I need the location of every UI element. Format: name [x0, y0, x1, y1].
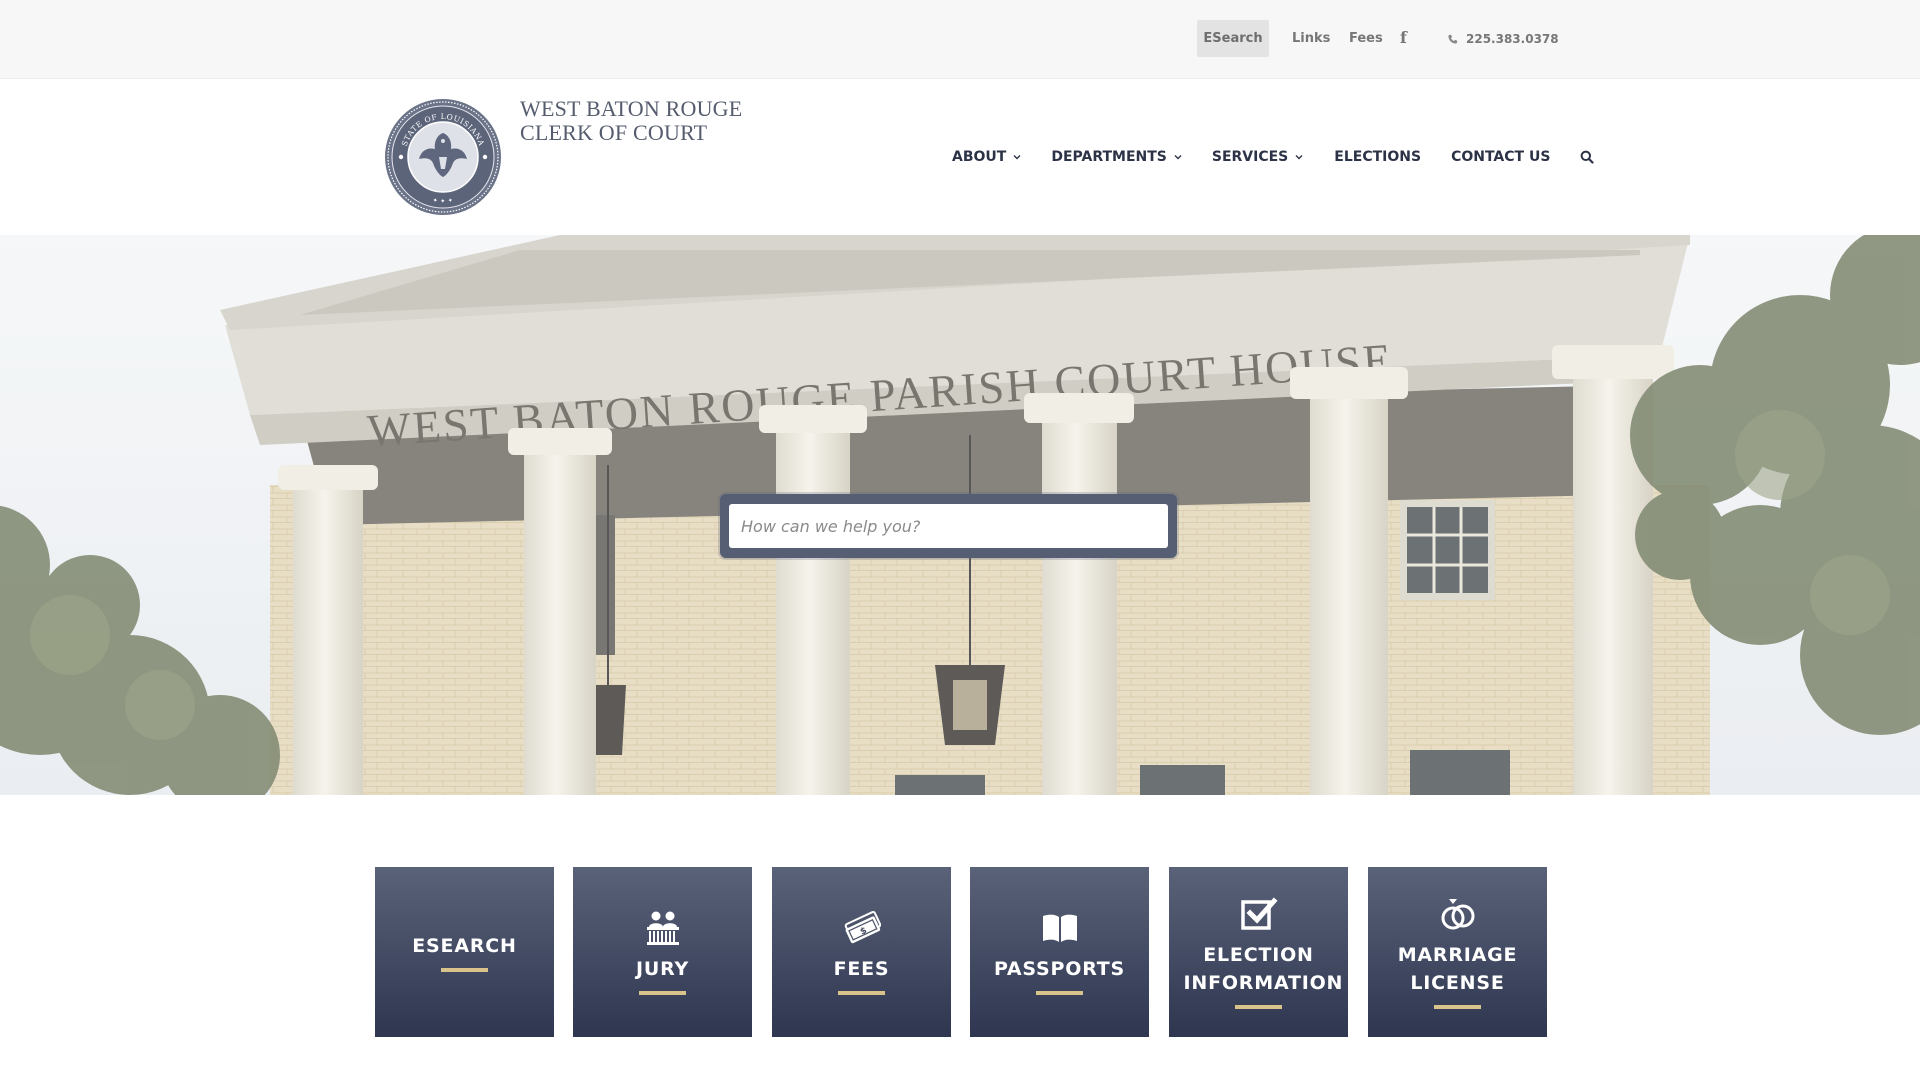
chevron-down-icon: [1295, 155, 1303, 160]
tile-accent-line: [441, 968, 488, 972]
tile-esearch[interactable]: ESEARCH: [375, 867, 554, 1037]
tile-esearch-label: ESEARCH: [412, 935, 517, 957]
phone-icon: [1448, 34, 1458, 44]
tile-accent-line: [1434, 1005, 1481, 1009]
tile-passports-label: PASSPORTS: [993, 958, 1126, 980]
tile-accent-line: [1036, 991, 1083, 995]
tile-fees[interactable]: $ FEES: [772, 867, 951, 1037]
rings-icon: [1441, 899, 1474, 930]
help-search-input[interactable]: [729, 504, 1168, 548]
open-book-icon: [1042, 914, 1077, 942]
tile-passports[interactable]: PASSPORTS: [970, 867, 1149, 1037]
parish-seal-logo[interactable]: STATE OF LOUISIANA ✦ ✦ ✦: [383, 97, 503, 217]
main-nav: ABOUT DEPARTMENTS SERVICES ELECTIONS CON…: [952, 148, 1595, 166]
hero-banner: WEST BATON ROUGE PARISH COURT HOUSE: [0, 235, 1920, 795]
jury-box-icon: [646, 911, 679, 945]
tile-accent-line: [838, 991, 885, 995]
tile-jury[interactable]: JURY: [573, 867, 752, 1037]
checkbox-icon: [1240, 897, 1278, 930]
nav-departments-label: DEPARTMENTS: [1051, 149, 1167, 165]
nav-services[interactable]: SERVICES: [1212, 148, 1303, 166]
nav-elections[interactable]: ELECTIONS: [1334, 148, 1421, 166]
tile-jury-label: JURY: [635, 958, 690, 980]
tile-election-information[interactable]: ELECTION INFORMATION: [1169, 867, 1348, 1037]
site-title-line1: WEST BATON ROUGE: [520, 96, 743, 121]
tile-fees-label: FEES: [833, 958, 890, 980]
svg-text:✦ ✦ ✦: ✦ ✦ ✦: [432, 197, 454, 205]
site-title-line2: CLERK OF COURT: [520, 120, 708, 145]
nav-services-label: SERVICES: [1211, 149, 1289, 165]
facebook-icon[interactable]: f: [1400, 28, 1407, 47]
money-icon: $: [844, 910, 881, 944]
chevron-down-icon: [1013, 155, 1021, 160]
tile-marriage-license[interactable]: MARRIAGE LICENSE: [1368, 867, 1547, 1037]
nav-contact-us[interactable]: CONTACT US: [1451, 148, 1550, 166]
nav-departments[interactable]: DEPARTMENTS: [1051, 148, 1182, 166]
fees-link[interactable]: Fees: [1349, 31, 1383, 47]
service-tiles: ESEARCH JURY $ FEES PASSPORTS ELECTION I…: [375, 867, 1547, 1037]
search-icon[interactable]: [1580, 150, 1595, 164]
links-link[interactable]: Links: [1292, 31, 1330, 47]
phone-link[interactable]: 225.383.0378: [1447, 31, 1559, 47]
chevron-down-icon: [1174, 155, 1182, 160]
tile-accent-line: [639, 991, 686, 995]
tile-marriage-license-label: MARRIAGE LICENSE: [1397, 944, 1518, 994]
nav-about[interactable]: ABOUT: [952, 148, 1021, 166]
tile-election-information-label: ELECTION INFORMATION: [1183, 944, 1344, 994]
utility-bar: ESearch Links Fees f 225.383.0378: [0, 0, 1920, 79]
tile-accent-line: [1235, 1005, 1282, 1009]
nav-about-label: ABOUT: [952, 149, 1007, 165]
help-search-box: [720, 494, 1177, 558]
phone-number: 225.383.0378: [1466, 32, 1559, 46]
esearch-button[interactable]: ESearch: [1197, 20, 1269, 57]
site-title[interactable]: WEST BATON ROUGE CLERK OF COURT: [520, 97, 742, 145]
